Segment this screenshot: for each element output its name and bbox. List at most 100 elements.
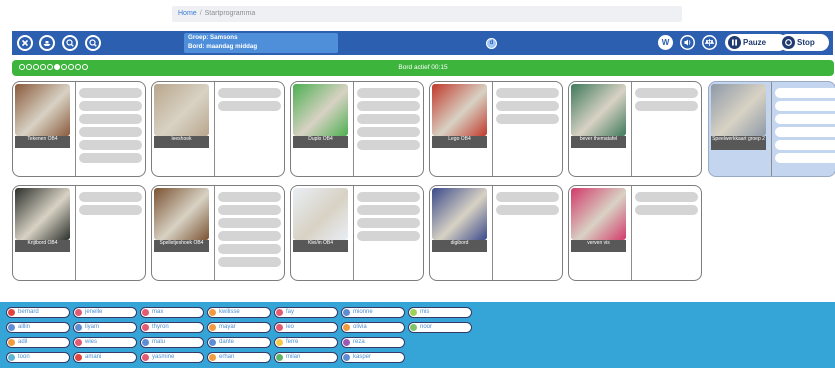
board-name: Bord: maandag middag: [188, 42, 258, 50]
activity-card[interactable]: digibord: [429, 185, 563, 281]
activity-slot[interactable]: [357, 101, 420, 111]
activity-slot[interactable]: [775, 127, 835, 137]
activity-card[interactable]: Speelwerkkaart groep 2: [708, 81, 835, 177]
child-chip[interactable]: wies: [73, 337, 137, 348]
sound-button[interactable]: [680, 35, 695, 50]
activity-slot[interactable]: [357, 114, 420, 124]
child-chip[interactable]: yasmine: [140, 352, 204, 363]
card-divider: [353, 186, 354, 280]
activity-slot[interactable]: [357, 205, 420, 215]
activity-card[interactable]: verven vis: [568, 185, 702, 281]
child-avatar-icon: [209, 339, 216, 346]
child-chip[interactable]: milan: [274, 352, 338, 363]
activity-slot[interactable]: [218, 101, 281, 111]
activity-slot[interactable]: [218, 231, 281, 241]
stop-button[interactable]: Stop: [779, 34, 829, 51]
child-avatar-icon: [410, 309, 417, 316]
activity-slot[interactable]: [79, 114, 142, 124]
activity-slot[interactable]: [357, 140, 420, 150]
activity-slot[interactable]: [218, 257, 281, 267]
activity-slot[interactable]: [79, 140, 142, 150]
child-chip[interactable]: noor: [408, 322, 472, 333]
activity-slot[interactable]: [79, 192, 142, 202]
activity-label: Lego OB4: [432, 136, 487, 148]
child-chip[interactable]: mis: [408, 307, 472, 318]
group-board-info[interactable]: Groep: Samsons Bord: maandag middag d: [184, 33, 497, 53]
activity-card[interactable]: Klei/in OB4: [290, 185, 424, 281]
child-chip[interactable]: toon: [6, 352, 70, 363]
child-chip[interactable]: malu: [140, 337, 204, 348]
activity-slot[interactable]: [496, 114, 559, 124]
activity-slot[interactable]: [79, 205, 142, 215]
child-avatar-icon: [209, 324, 216, 331]
child-name: kasper: [353, 354, 372, 360]
activity-slot[interactable]: [635, 88, 698, 98]
activity-slot[interactable]: [218, 244, 281, 254]
activity-slot[interactable]: [79, 127, 142, 137]
activity-slot[interactable]: [635, 101, 698, 111]
child-name: yasmine: [152, 354, 175, 360]
activity-card[interactable]: Spelletjeshoek OB4: [151, 185, 285, 281]
zoom-in-button[interactable]: [85, 35, 101, 51]
child-chip[interactable]: max: [140, 307, 204, 318]
child-chip[interactable]: adil: [6, 337, 70, 348]
child-chip[interactable]: leo: [274, 322, 338, 333]
activity-card[interactable]: Lego OB4: [429, 81, 563, 177]
breadcrumb-home-link[interactable]: Home: [178, 10, 197, 17]
activity-slot[interactable]: [775, 88, 835, 98]
activity-slot[interactable]: [79, 88, 142, 98]
child-chip[interactable]: kasper: [341, 352, 405, 363]
activity-slot[interactable]: [357, 127, 420, 137]
activity-slot[interactable]: [496, 88, 559, 98]
activity-slot[interactable]: [218, 205, 281, 215]
activity-slot[interactable]: [218, 218, 281, 228]
child-chip[interactable]: reza: [341, 337, 405, 348]
activity-slot[interactable]: [357, 88, 420, 98]
activity-slot[interactable]: [635, 192, 698, 202]
child-chip[interactable]: dante: [207, 337, 271, 348]
card-divider: [214, 186, 215, 280]
info-badge[interactable]: d: [486, 38, 497, 49]
activity-slot[interactable]: [635, 205, 698, 215]
activity-card[interactable]: Tekenen OB4: [12, 81, 146, 177]
activity-slot[interactable]: [357, 231, 420, 241]
boat-button[interactable]: [39, 35, 55, 51]
activity-slot[interactable]: [357, 192, 420, 202]
child-name: mis: [420, 309, 430, 315]
child-chip[interactable]: alllin: [6, 322, 70, 333]
child-chip[interactable]: amani: [73, 352, 137, 363]
activity-slot[interactable]: [496, 192, 559, 202]
child-chip[interactable]: fay: [274, 307, 338, 318]
activity-slot[interactable]: [496, 205, 559, 215]
child-chip[interactable]: ferre: [274, 337, 338, 348]
activity-slot[interactable]: [775, 101, 835, 111]
activity-card[interactable]: Krijtbord OB4: [12, 185, 146, 281]
activity-card[interactable]: bever thematafel: [568, 81, 702, 177]
child-chip[interactable]: liyam: [73, 322, 137, 333]
zoom-out-button[interactable]: [62, 35, 78, 51]
child-chip[interactable]: mionne: [341, 307, 405, 318]
child-chip[interactable]: kwilisse: [207, 307, 271, 318]
activity-slot[interactable]: [79, 153, 142, 163]
child-chip[interactable]: bernard: [6, 307, 70, 318]
pause-button[interactable]: Pauze: [725, 34, 787, 51]
activity-card[interactable]: leeshoek: [151, 81, 285, 177]
activity-slot[interactable]: [496, 101, 559, 111]
w-button[interactable]: W: [658, 35, 673, 50]
child-chip[interactable]: mayar: [207, 322, 271, 333]
activity-slot[interactable]: [775, 114, 835, 124]
activity-card[interactable]: Duplo OB4: [290, 81, 424, 177]
scale-button[interactable]: [702, 35, 717, 50]
child-chip[interactable]: thyron: [140, 322, 204, 333]
activity-photo: [15, 188, 70, 240]
child-chip[interactable]: jenelle: [73, 307, 137, 318]
child-chip[interactable]: erhan: [207, 352, 271, 363]
child-chip[interactable]: olivia: [341, 322, 405, 333]
activity-slot[interactable]: [79, 101, 142, 111]
close-button[interactable]: [17, 35, 33, 51]
activity-slot[interactable]: [218, 88, 281, 98]
activity-slot[interactable]: [357, 218, 420, 228]
activity-slot[interactable]: [218, 192, 281, 202]
activity-slot[interactable]: [775, 153, 835, 163]
activity-slot[interactable]: [775, 140, 835, 150]
